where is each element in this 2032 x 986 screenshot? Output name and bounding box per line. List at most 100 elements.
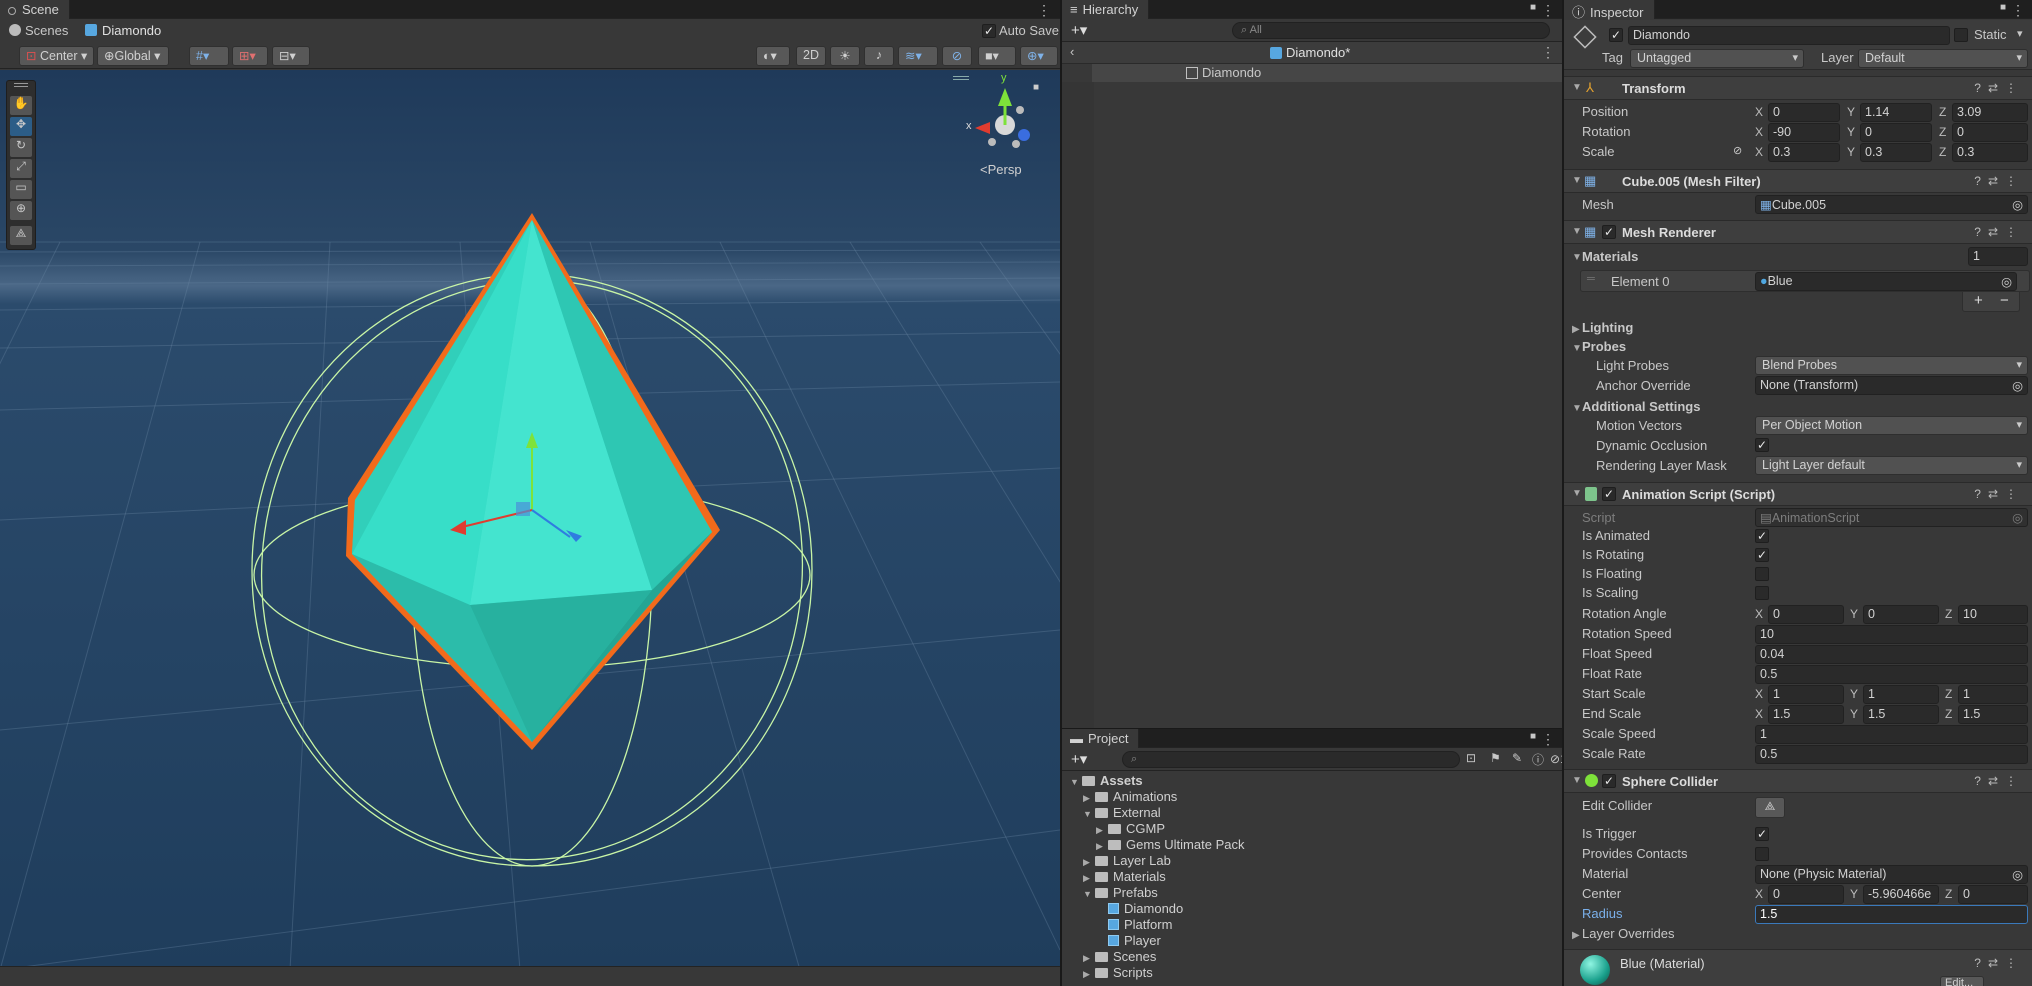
- scale-y-field[interactable]: 0.3: [1860, 143, 1932, 162]
- visibility-toggle-icon[interactable]: ⊘: [942, 46, 972, 66]
- palette-grip[interactable]: [14, 83, 28, 87]
- scale-tool-icon[interactable]: ⤢: [10, 159, 32, 178]
- audio-toggle-icon[interactable]: ♪: [864, 46, 894, 66]
- project-folder-item[interactable]: ▼ Prefabs: [1083, 885, 1158, 900]
- scale-rate-field[interactable]: 0.5: [1755, 745, 2028, 764]
- lighting-toggle-icon[interactable]: ☀: [830, 46, 860, 66]
- collapsed-arrow-icon[interactable]: ▶: [1083, 793, 1095, 804]
- layer-dropdown[interactable]: Default: [1858, 49, 2028, 68]
- search-by-label-icon[interactable]: ⚑: [1490, 751, 1501, 765]
- project-folder-item[interactable]: ▶ Scripts: [1083, 965, 1153, 980]
- is-rotating-checkbox[interactable]: ✓: [1755, 548, 1769, 562]
- layer-overrides-fold-icon[interactable]: ▶: [1572, 930, 1580, 941]
- end-scale-z-field[interactable]: 1.5: [1958, 705, 2028, 724]
- grid-snap-button[interactable]: #▾: [189, 46, 229, 66]
- object-name-input[interactable]: Diamondo: [1628, 26, 1950, 45]
- component-help-settings-icons[interactable]: ?⇄⋮: [1974, 81, 2024, 95]
- material-header-icons[interactable]: ?⇄⋮: [1974, 956, 2024, 970]
- persp-label[interactable]: <Persp: [980, 162, 1022, 177]
- scene-viewport[interactable]: y x ■ <Persp ✋ ✥ ↻ ⤢ ▭ ⊕ ⟁: [0, 70, 1060, 970]
- sphere-collider-header-icons[interactable]: ?⇄⋮: [1974, 774, 2024, 788]
- project-folder-item[interactable]: ▶ Materials: [1083, 869, 1166, 884]
- tab-scene[interactable]: Scene: [0, 0, 70, 19]
- animation-script-header[interactable]: ▼ ✓ Animation Script (Script) ?⇄⋮: [1564, 482, 2032, 506]
- tab-hierarchy[interactable]: ≡ Hierarchy: [1062, 0, 1150, 19]
- hierarchy-search-input[interactable]: ⌕ All: [1232, 22, 1550, 39]
- tab-inspector[interactable]: ⓘ Inspector: [1564, 0, 1655, 20]
- scene-menu-icon[interactable]: ⋮: [1037, 2, 1051, 19]
- lighting-fold-icon[interactable]: ▶: [1572, 324, 1580, 335]
- sphere-collider-fold-icon[interactable]: ▼: [1572, 775, 1582, 786]
- rotation-angle-y-field[interactable]: 0: [1863, 605, 1939, 624]
- move-tool-icon[interactable]: ✥: [10, 117, 32, 136]
- rotation-speed-field[interactable]: 10: [1755, 625, 2028, 644]
- layer-overrides-label[interactable]: Layer Overrides: [1582, 926, 1674, 941]
- start-scale-x-field[interactable]: 1: [1768, 685, 1844, 704]
- animation-script-header-icons[interactable]: ?⇄⋮: [1974, 487, 2024, 501]
- center-x-field[interactable]: 0: [1768, 885, 1844, 904]
- breadcrumb-scenes[interactable]: Scenes: [25, 23, 68, 38]
- dynamic-occlusion-checkbox[interactable]: ✓: [1755, 438, 1769, 452]
- is-animated-checkbox[interactable]: ✓: [1755, 529, 1769, 543]
- search-by-type-icon[interactable]: ⊡: [1466, 751, 1476, 765]
- mesh-renderer-fold-icon[interactable]: ▼: [1572, 226, 1582, 237]
- rendering-layer-mask-dropdown[interactable]: Light Layer default: [1755, 456, 2028, 475]
- expanded-arrow-icon[interactable]: ▼: [1070, 777, 1082, 787]
- scale-speed-field[interactable]: 1: [1755, 725, 2028, 744]
- start-scale-z-field[interactable]: 1: [1958, 685, 2028, 704]
- inspector-menu-icon[interactable]: ⋮: [2011, 2, 2025, 19]
- transform-fold-icon[interactable]: ▼: [1572, 82, 1582, 93]
- additional-fold-icon[interactable]: ▼: [1572, 403, 1582, 414]
- edit-collider-button[interactable]: ⟁: [1755, 797, 1785, 818]
- end-scale-x-field[interactable]: 1.5: [1768, 705, 1844, 724]
- expanded-arrow-icon[interactable]: ▼: [1083, 889, 1095, 899]
- rotate-tool-icon[interactable]: ↻: [10, 138, 32, 157]
- collapsed-arrow-icon[interactable]: ▶: [1096, 825, 1108, 836]
- project-folder-item[interactable]: ▶ CGMP: [1096, 821, 1165, 836]
- collapsed-arrow-icon[interactable]: ▶: [1083, 969, 1095, 980]
- project-menu-icon[interactable]: ⋮: [1541, 731, 1555, 748]
- info-icon[interactable]: ⓘ: [1532, 751, 1544, 768]
- hierarchy-menu-icon[interactable]: ⋮: [1541, 2, 1555, 19]
- collapsed-arrow-icon[interactable]: ▶: [1083, 873, 1095, 884]
- draw-mode-button[interactable]: ◐▾: [756, 46, 790, 66]
- radius-field[interactable]: 1.5: [1755, 905, 2028, 924]
- hand-tool-icon[interactable]: ✋: [10, 96, 32, 115]
- project-folder-item[interactable]: ▶ Scenes: [1083, 949, 1156, 964]
- project-prefab-item[interactable]: Diamondo: [1096, 901, 1183, 916]
- anchor-picker-icon[interactable]: ◎: [2012, 378, 2023, 393]
- hidden-packages-count[interactable]: ⊘17: [1550, 752, 1562, 766]
- materials-count-field[interactable]: 1: [1968, 247, 2028, 266]
- is-trigger-checkbox[interactable]: ✓: [1755, 827, 1769, 841]
- mesh-filter-fold-icon[interactable]: ▼: [1572, 175, 1582, 186]
- effects-toggle-icon[interactable]: ≋▾: [898, 46, 938, 66]
- center-z-field[interactable]: 0: [1958, 885, 2028, 904]
- inspector-lock-icon[interactable]: ■: [2000, 2, 2006, 13]
- custom-tool-icon[interactable]: ⟁: [10, 226, 32, 245]
- material-edit-button[interactable]: Edit...: [1940, 976, 1984, 986]
- end-scale-y-field[interactable]: 1.5: [1863, 705, 1939, 724]
- mesh-renderer-header-icons[interactable]: ?⇄⋮: [1974, 225, 2024, 239]
- expanded-arrow-icon[interactable]: ▼: [1083, 809, 1095, 819]
- rotation-z-field[interactable]: 0: [1952, 123, 2028, 142]
- collider-material-picker-icon[interactable]: ◎: [2012, 867, 2023, 882]
- gizmos-toggle-icon[interactable]: ⊕▾: [1020, 46, 1058, 66]
- rotation-angle-x-field[interactable]: 0: [1768, 605, 1844, 624]
- probes-label[interactable]: Probes: [1582, 339, 1626, 354]
- probes-fold-icon[interactable]: ▼: [1572, 343, 1582, 354]
- remove-element-button[interactable]: −: [2000, 292, 2009, 309]
- breadcrumb-diamondo[interactable]: Diamondo: [102, 23, 161, 38]
- collider-material-field[interactable]: None (Physic Material) ◎: [1755, 865, 2028, 884]
- collapsed-arrow-icon[interactable]: ▶: [1096, 841, 1108, 852]
- toggle-2d-button[interactable]: 2D: [796, 46, 826, 66]
- project-folder-item[interactable]: ▼ External: [1083, 805, 1161, 820]
- active-checkbox[interactable]: ✓: [1609, 28, 1623, 42]
- back-chevron-icon[interactable]: ‹: [1070, 44, 1074, 59]
- light-probes-dropdown[interactable]: Blend Probes: [1755, 356, 2028, 375]
- rotation-angle-z-field[interactable]: 10: [1958, 605, 2028, 624]
- mesh-filter-header-icons[interactable]: ?⇄⋮: [1974, 174, 2024, 188]
- align-button[interactable]: ⊟▾: [272, 46, 310, 66]
- tab-project[interactable]: ▬ Project: [1062, 729, 1140, 748]
- position-z-field[interactable]: 3.09: [1952, 103, 2028, 122]
- animation-script-fold-icon[interactable]: ▼: [1572, 488, 1582, 499]
